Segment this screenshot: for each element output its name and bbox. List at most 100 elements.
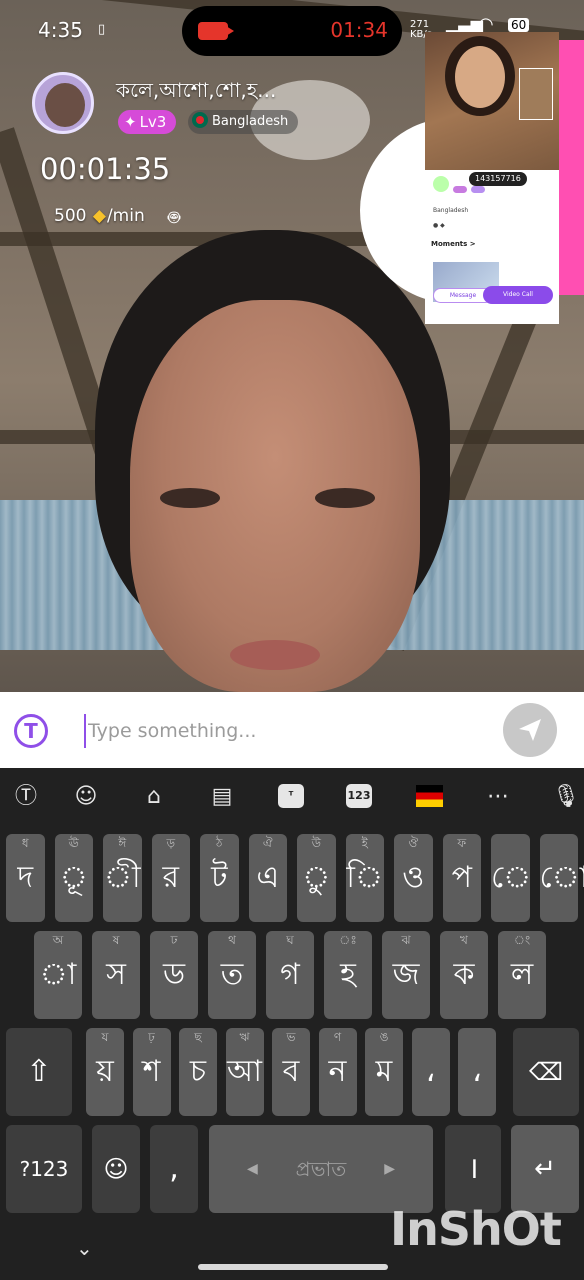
key-hint: ঋ — [239, 1030, 250, 1044]
numbers-icon[interactable]: 123 — [346, 784, 372, 808]
key-row1-7[interactable]: ইি — [345, 834, 384, 922]
left-arrow-icon: ◀ — [247, 1161, 258, 1177]
inshot-watermark: InShOt — [390, 1202, 562, 1256]
key-hint: ং — [513, 933, 531, 947]
key-hint: ভ — [286, 1030, 296, 1044]
key-row2-7[interactable]: খক — [440, 931, 488, 1019]
key-label: ন — [328, 1054, 347, 1089]
key-label: ، — [425, 1054, 436, 1089]
theme-icon[interactable]: ᵀ — [278, 784, 304, 808]
key-label: গ — [280, 957, 300, 992]
key-hint: য — [101, 1030, 109, 1044]
rate-amount: 500 — [54, 206, 87, 226]
send-button[interactable] — [503, 703, 557, 757]
key-row3-5[interactable]: ণন — [318, 1028, 357, 1116]
key-row2-8[interactable]: ং ল — [498, 931, 546, 1019]
caller-avatar[interactable] — [32, 72, 94, 134]
key-hint: ঠ — [216, 836, 223, 850]
key-label: আ — [227, 1054, 262, 1089]
hide-keyboard-icon[interactable]: ⌄ — [76, 1236, 93, 1260]
key-label: ু — [302, 860, 331, 895]
key-row1-4[interactable]: ঠট — [200, 834, 239, 922]
key-row2-4[interactable]: ঘগ — [266, 931, 314, 1019]
key-row1-6[interactable]: উু — [297, 834, 336, 922]
key-row1-0[interactable]: ধদ — [6, 834, 45, 922]
profile-photo — [425, 32, 559, 170]
key-hint: ঔ — [408, 836, 419, 850]
pip-profile-preview[interactable]: 143157716 Bangladesh ● ◆ Moments > Messa… — [425, 32, 559, 324]
pip-video-call-button[interactable]: Video Call — [483, 286, 553, 304]
key-row3-7[interactable]: ، — [411, 1028, 450, 1116]
call-pill-timer: 01:34 — [330, 18, 388, 42]
key-label: ি — [346, 860, 384, 895]
danda-key[interactable]: । — [445, 1125, 501, 1213]
key-hint: ষ — [112, 933, 120, 947]
backspace-key[interactable]: ⌫ — [513, 1028, 579, 1116]
key-label: ও — [402, 860, 425, 895]
key-row3-0[interactable]: য য় — [86, 1028, 124, 1116]
key-row3-4[interactable]: ভব — [272, 1028, 310, 1116]
key-label: ো — [539, 860, 584, 895]
key-row2-6[interactable]: ঝজ — [382, 931, 430, 1019]
store-icon[interactable]: ⌂ — [140, 783, 168, 811]
space-key[interactable]: ◀ প্রভাত ▶ — [209, 1125, 433, 1213]
clipboard-icon[interactable]: ▤ — [208, 783, 236, 811]
level-icon: ✦ — [124, 113, 137, 131]
country-badge: Bangladesh — [188, 110, 299, 134]
pip-moments-label[interactable]: Moments > — [431, 240, 476, 248]
key-label: ট — [211, 860, 228, 895]
robot-icon[interactable]: 🤖︎ — [168, 204, 196, 230]
home-indicator[interactable] — [198, 1264, 388, 1270]
key-row1-2[interactable]: ঈী — [103, 834, 142, 922]
key-label: ড — [162, 957, 186, 992]
key-row2-3[interactable]: থত — [208, 931, 256, 1019]
enter-key[interactable]: ↵ — [511, 1125, 579, 1213]
call-duration: 00:01:35 — [40, 152, 171, 186]
emoji-icon[interactable]: ☺ — [72, 783, 100, 811]
key-label: ক — [453, 957, 475, 992]
level-label: Lv3 — [139, 113, 167, 131]
key-row2-1[interactable]: ষস — [92, 931, 140, 1019]
more-icon[interactable]: ⋯ — [484, 783, 512, 811]
key-label: স — [106, 957, 126, 992]
key-hint: ঢ — [170, 933, 178, 947]
key-row3-6[interactable]: ঙম — [365, 1028, 403, 1116]
key-label: া — [39, 957, 77, 992]
send-icon — [519, 719, 541, 741]
key-row3-3[interactable]: ঋআ — [225, 1028, 264, 1116]
translate-icon[interactable]: Ⓣ — [12, 783, 40, 811]
key-row3-8[interactable]: ، — [458, 1028, 496, 1116]
key-label: শ — [142, 1054, 161, 1089]
key-row1-8[interactable]: ঔও — [394, 834, 433, 922]
key-row2-0[interactable]: অা — [34, 931, 82, 1019]
key-hint: ঐ — [262, 836, 273, 850]
key-row3-1[interactable]: ঢ় শ — [132, 1028, 171, 1116]
germany-flag-icon[interactable] — [416, 785, 443, 807]
emoji-key[interactable]: ☺ — [92, 1125, 140, 1213]
numbers-key[interactable]: ?123 — [6, 1125, 82, 1213]
mic-icon[interactable]: 🎙︎ — [552, 783, 580, 811]
translate-logo-icon[interactable]: T — [14, 714, 48, 748]
battery-icon: 60 — [508, 18, 530, 32]
caller-name: কলে,আশো,শো,হ... — [116, 78, 277, 102]
key-row1-1[interactable]: ঊূ — [54, 834, 93, 922]
key-row1-11[interactable]: ো — [539, 834, 584, 922]
key-row1-10[interactable]: ে — [491, 834, 531, 922]
key-hint: থ — [228, 933, 236, 947]
key-hint: ধ — [21, 836, 29, 850]
key-hint: ঙ — [379, 1030, 389, 1044]
message-input[interactable] — [84, 714, 464, 748]
diamond-icon: ◆ — [92, 206, 106, 226]
key-hint: ফ — [457, 836, 467, 850]
shift-key[interactable]: ⇧ — [6, 1028, 72, 1116]
ongoing-call-pill[interactable]: 01:34 — [182, 6, 402, 56]
comma-key[interactable]: , — [150, 1125, 198, 1213]
key-row1-3[interactable]: ড় র — [151, 834, 190, 922]
key-row2-2[interactable]: ঢড — [150, 931, 198, 1019]
key-row3-2[interactable]: ছচ — [179, 1028, 217, 1116]
key-row1-9[interactable]: ফপ — [442, 834, 481, 922]
key-hint: উ — [311, 836, 321, 850]
key-row2-5[interactable]: ঃ হ — [324, 931, 372, 1019]
key-row1-5[interactable]: ঐএ — [248, 834, 287, 922]
key-hint: ঈ — [118, 836, 127, 850]
